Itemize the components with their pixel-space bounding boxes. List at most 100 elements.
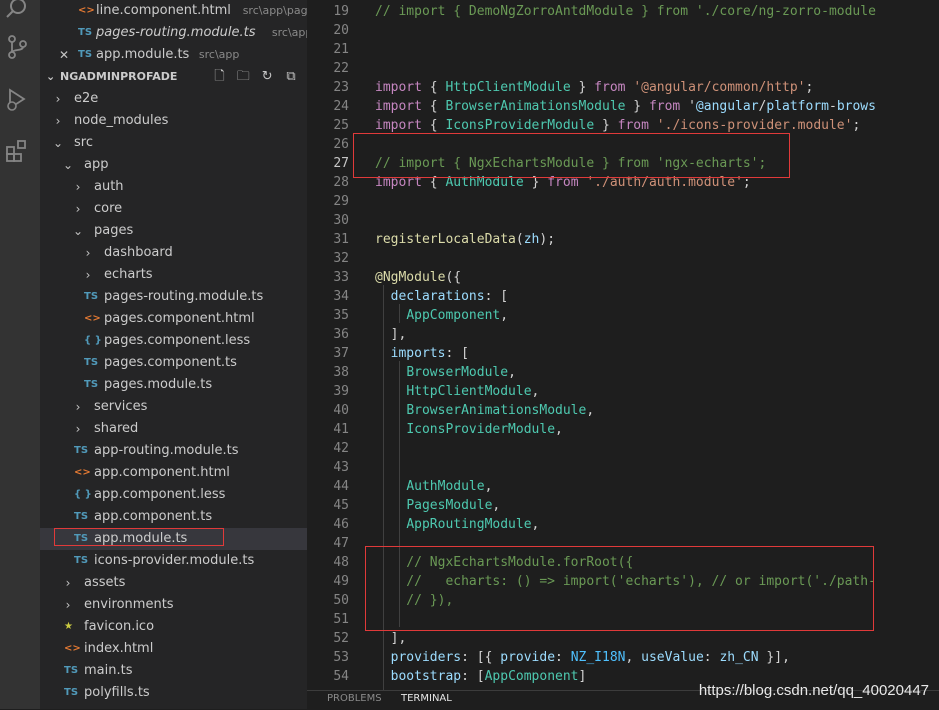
code-line[interactable]: 20 (307, 21, 867, 40)
tree-item[interactable]: TS icons-provider.module.ts (40, 550, 307, 572)
new-file-icon[interactable]: 🗋 (209, 66, 229, 88)
tree-item[interactable]: › auth (40, 176, 307, 198)
code-line[interactable]: 33 @NgModule({ (307, 268, 867, 287)
chevron-down-icon: ⌄ (62, 158, 74, 172)
line-number: 21 (333, 42, 349, 57)
tree-item[interactable]: › e2e (40, 88, 307, 110)
line-number: 52 (333, 631, 349, 646)
tree-item[interactable]: › dashboard (40, 242, 307, 264)
open-editor-item[interactable]: <>line.component.html src\app\pages... (40, 0, 307, 22)
tree-item-label: app.component.less (94, 487, 226, 502)
code-line[interactable]: 38 BrowserModule, (307, 363, 867, 382)
chevron-right-icon: › (75, 400, 81, 414)
code-line[interactable]: 43 (307, 458, 867, 477)
code-text: IconsProviderModule, (406, 422, 563, 437)
code-line[interactable]: 39 HttpClientModule, (307, 382, 867, 401)
line-number: 31 (333, 232, 349, 247)
tree-item[interactable]: › node_modules (40, 110, 307, 132)
line-number: 36 (333, 327, 349, 342)
line-number: 35 (333, 308, 349, 323)
line-number: 41 (333, 422, 349, 437)
code-line[interactable]: 34 declarations: [ (307, 287, 867, 306)
tree-item[interactable]: TS pages.component.ts (40, 352, 307, 374)
code-line[interactable]: 22 (307, 59, 867, 78)
tree-item[interactable]: › services (40, 396, 307, 418)
code-line[interactable]: 24 import { BrowserAnimationsModule } fro… (307, 97, 876, 116)
open-editor-item[interactable]: ✕ TS app.module.ts src\app (40, 44, 307, 66)
tree-item[interactable]: { } app.component.less (40, 484, 307, 506)
code-line[interactable]: 23 import { HttpClientModule } from '@ang… (307, 78, 867, 97)
ts-file-icon: TS (78, 27, 93, 38)
new-folder-icon[interactable]: 🗀 (233, 66, 253, 88)
tree-item[interactable]: › assets (40, 572, 307, 594)
tree-item[interactable]: ⌄ src (40, 132, 307, 154)
code-line[interactable]: 37 imports: [ (307, 344, 867, 363)
tree-item-label: pages (94, 223, 134, 238)
refresh-icon[interactable]: ↻ (257, 66, 277, 88)
tree-item[interactable]: › environments (40, 594, 307, 616)
code-line[interactable]: 42 (307, 439, 867, 458)
line-number: 30 (333, 213, 349, 228)
collapse-all-icon[interactable]: ⧉ (281, 66, 301, 88)
tree-item[interactable]: ★ favicon.ico (40, 616, 307, 638)
run-debug-icon[interactable] (4, 86, 30, 112)
tree-item[interactable]: <> app.component.html (40, 462, 307, 484)
tree-item[interactable]: { } pages.component.less (40, 330, 307, 352)
line-number: 19 (333, 4, 349, 19)
line-number: 23 (333, 80, 349, 95)
extensions-icon[interactable] (4, 138, 30, 164)
code-line[interactable]: 35 AppComponent, (307, 306, 867, 325)
ts-file-icon: TS (74, 555, 89, 566)
tree-item[interactable]: › core (40, 198, 307, 220)
code-text: imports: [ (390, 346, 469, 361)
tree-item[interactable]: TS pages.module.ts (40, 374, 307, 396)
tree-item[interactable]: TS pages-routing.module.ts (40, 286, 307, 308)
line-number: 53 (333, 650, 349, 665)
tab-problems[interactable]: PROBLEMS (327, 693, 382, 704)
chevron-down-icon: ⌄ (52, 136, 64, 150)
code-line[interactable]: 31 registerLocaleData(zh); (307, 230, 867, 249)
tree-item-label: pages.module.ts (104, 377, 213, 392)
code-text: ], (390, 327, 407, 342)
code-line[interactable]: 45 PagesModule, (307, 496, 867, 515)
tree-item-label: app.component.html (94, 465, 230, 480)
tree-item-label: app (84, 157, 109, 172)
code-line[interactable]: 52 ], (307, 629, 867, 648)
close-icon[interactable]: ✕ (58, 44, 70, 66)
code-line[interactable]: 44 AuthModule, (307, 477, 867, 496)
chevron-right-icon: › (55, 114, 61, 128)
code-line[interactable]: 41 IconsProviderModule, (307, 420, 867, 439)
highlight-box-ngx-echarts-forroot (365, 546, 874, 631)
chevron-right-icon: › (65, 576, 71, 590)
tree-item[interactable]: › echarts (40, 264, 307, 286)
code-line[interactable]: 36 ], (307, 325, 867, 344)
tree-item[interactable]: ⌄ app (40, 154, 307, 176)
tree-item[interactable]: TS main.ts (40, 660, 307, 682)
line-number: 27 (333, 156, 349, 171)
open-editor-label: pages-routing.module.ts (96, 25, 256, 40)
tab-terminal[interactable]: TERMINAL (401, 693, 452, 704)
tree-item[interactable]: <> index.html (40, 638, 307, 660)
html-file-icon: <> (84, 313, 101, 324)
code-line[interactable]: 46 AppRoutingModule, (307, 515, 867, 534)
tree-item[interactable]: ⌄ pages (40, 220, 307, 242)
code-line[interactable]: 21 (307, 40, 867, 59)
line-number: 34 (333, 289, 349, 304)
tree-item[interactable]: TS polyfills.ts (40, 682, 307, 704)
code-line[interactable]: 19 // import { DemoNgZorroAntdModule } fr… (307, 2, 876, 21)
open-editor-item[interactable]: TSpages-routing.module.ts src\app\pa... (40, 22, 307, 44)
source-control-icon[interactable] (4, 34, 30, 60)
search-icon[interactable] (4, 0, 30, 22)
tree-item[interactable]: TS app-routing.module.ts (40, 440, 307, 462)
line-number: 26 (333, 137, 349, 152)
code-line[interactable]: 32 (307, 249, 867, 268)
code-line[interactable]: 53 providers: [{ provide: NZ_I18N, useVa… (307, 648, 867, 667)
code-line[interactable]: 30 (307, 211, 867, 230)
tree-item[interactable]: › shared (40, 418, 307, 440)
line-number: 44 (333, 479, 349, 494)
tree-item[interactable]: <> pages.component.html (40, 308, 307, 330)
code-line[interactable]: 40 BrowserAnimationsModule, (307, 401, 867, 420)
tree-item[interactable]: TS app.component.ts (40, 506, 307, 528)
explorer-section-header[interactable]: ⌄ NGADMINPROFADE 🗋 🗀 ↻ ⧉ (40, 66, 307, 88)
code-line[interactable]: 29 (307, 192, 867, 211)
